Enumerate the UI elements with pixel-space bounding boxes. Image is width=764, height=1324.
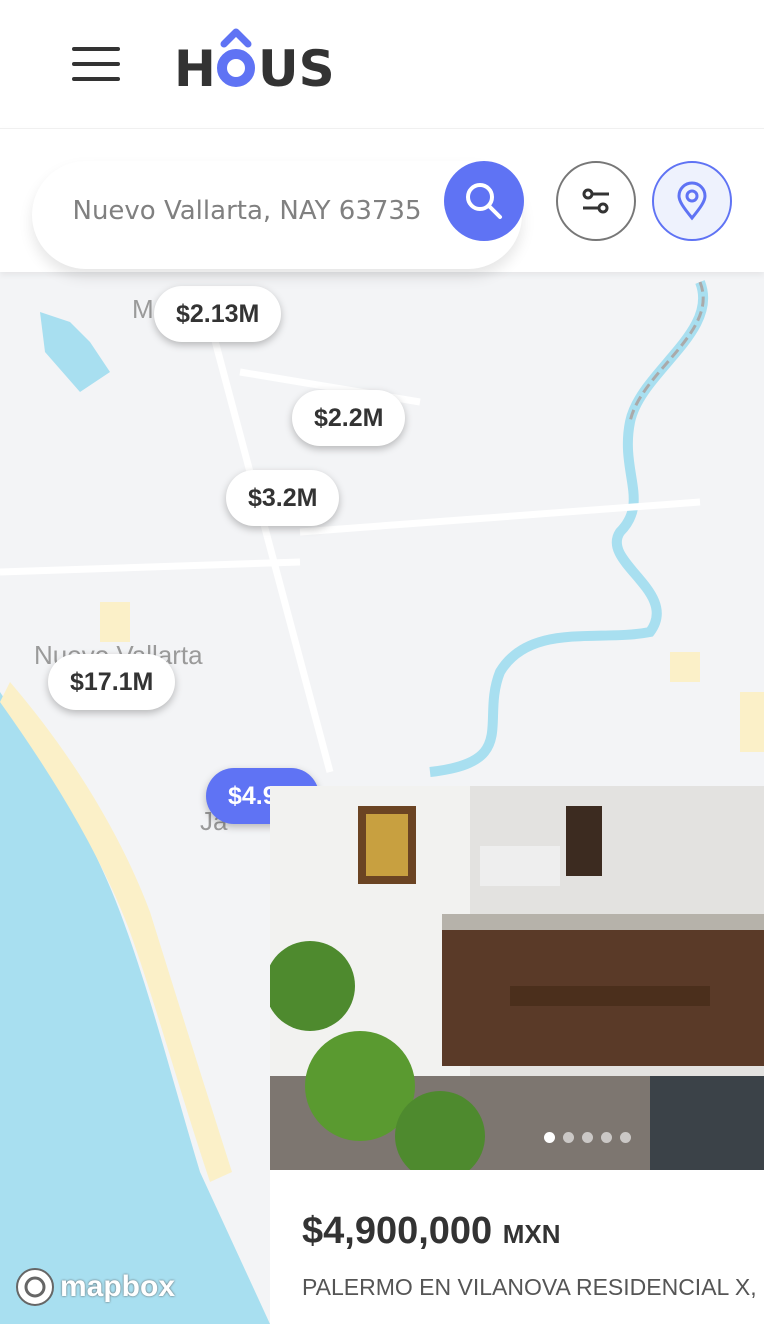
map-label: M — [132, 294, 154, 324]
mapbox-logo-icon — [16, 1268, 54, 1306]
carousel-dot[interactable] — [620, 1132, 631, 1143]
filter-button[interactable] — [556, 161, 636, 241]
mapbox-attribution[interactable]: mapbox — [14, 1266, 175, 1308]
search-icon — [466, 183, 502, 219]
carousel-dot[interactable] — [582, 1132, 593, 1143]
carousel-dot[interactable] — [601, 1132, 612, 1143]
listing-price: $4,900,000 MXN — [302, 1210, 561, 1252]
map-pin-icon — [677, 181, 707, 221]
svg-text:US: US — [258, 40, 335, 92]
search-button[interactable] — [444, 161, 524, 241]
location-button[interactable] — [652, 161, 732, 241]
carousel-dot[interactable] — [544, 1132, 555, 1143]
carousel-dot[interactable] — [563, 1132, 574, 1143]
listing-address: PALERMO EN VILANOVA RESIDENCIAL X, — [302, 1274, 757, 1300]
app-header: H US — [0, 0, 764, 128]
price-marker[interactable]: $2.2M — [292, 390, 406, 446]
menu-button[interactable] — [72, 47, 120, 83]
search-bar: Nuevo Vallarta, NAY 63735 — [0, 128, 764, 272]
listing-photo-image — [270, 786, 764, 1170]
sliders-icon — [582, 188, 609, 214]
hous-logo[interactable]: H US — [174, 22, 349, 98]
currency: MXN — [502, 1219, 561, 1249]
listing-photo[interactable] — [270, 786, 764, 1170]
price-marker[interactable]: $3.2M — [226, 470, 340, 526]
photo-carousel-dots[interactable] — [544, 1132, 631, 1143]
price-marker[interactable]: $17.1M — [48, 654, 176, 710]
svg-text:H: H — [174, 40, 215, 92]
listing-card[interactable]: $4,900,000 MXN PALERMO EN VILANOVA RESID… — [270, 786, 764, 1324]
price-marker[interactable]: $2.13M — [154, 286, 282, 342]
